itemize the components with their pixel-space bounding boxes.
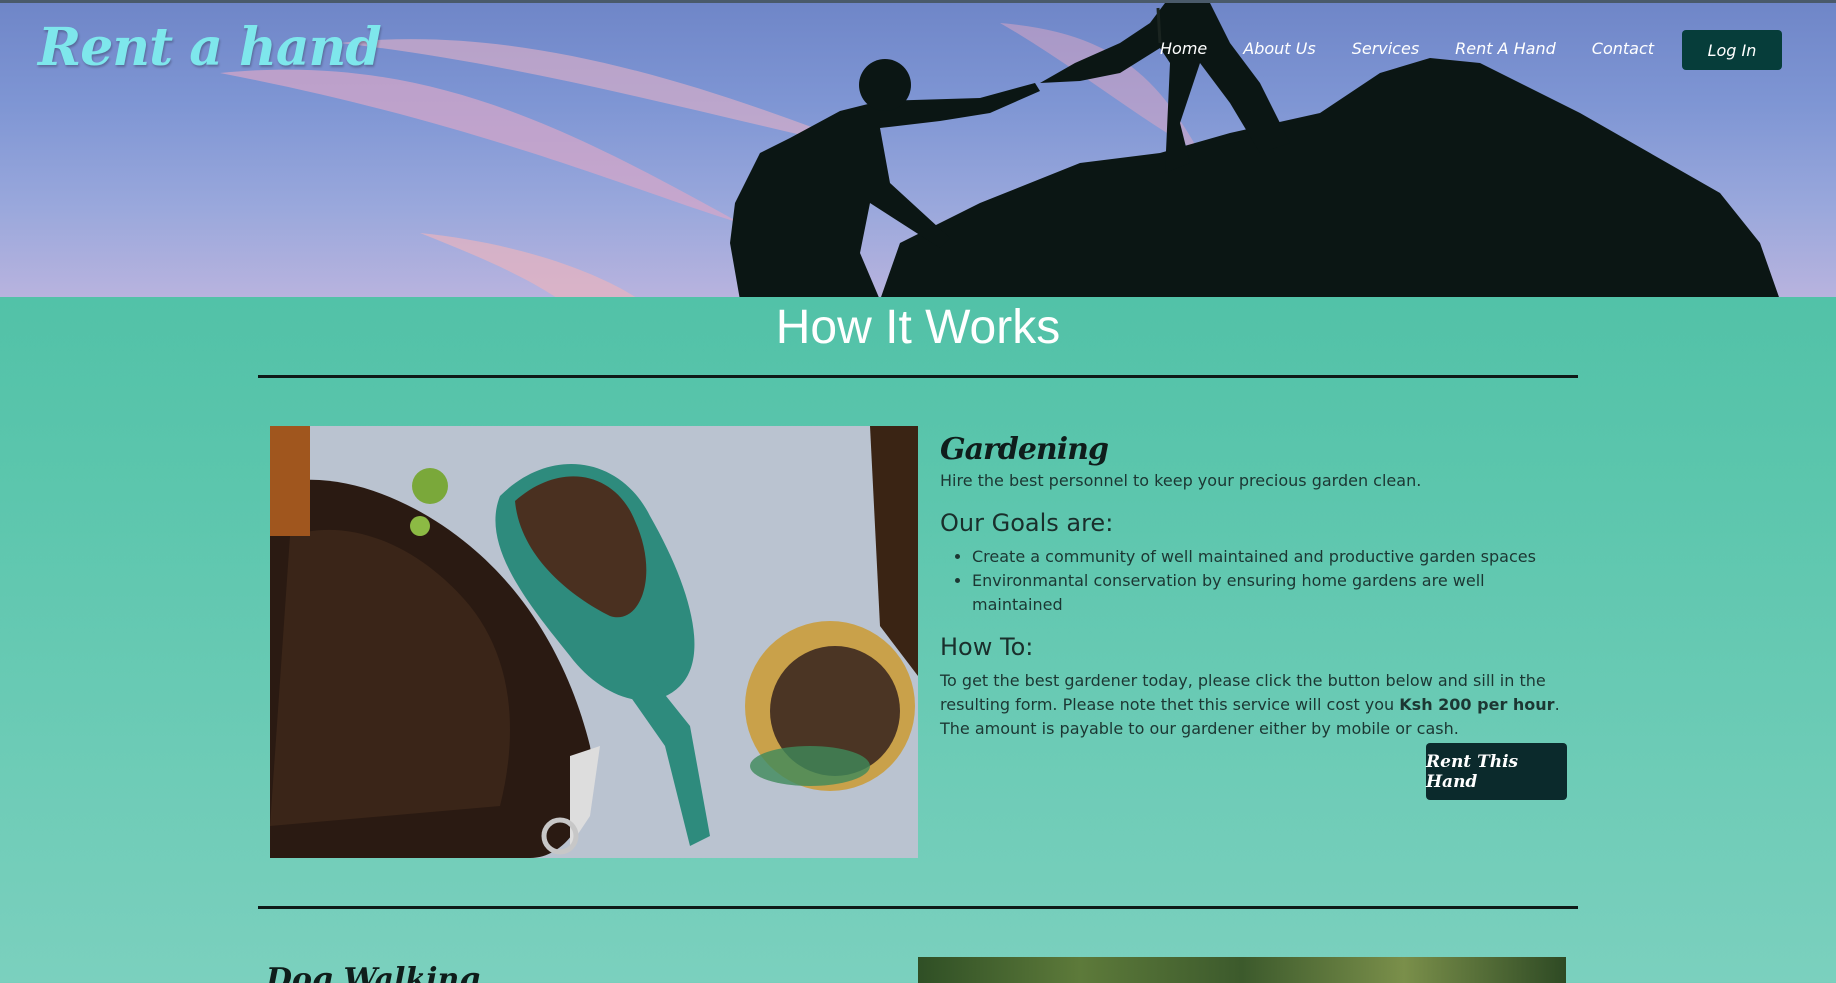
goals-list: Create a community of well maintained an… — [972, 545, 1570, 617]
gardening-intro: Hire the best personnel to keep your pre… — [940, 471, 1422, 490]
gardening-heading: Gardening — [940, 432, 1109, 467]
divider — [258, 906, 1578, 909]
section-title: How It Works — [775, 301, 1061, 354]
nav-home[interactable]: Home — [1160, 39, 1207, 59]
nav-contact[interactable]: Contact — [1592, 39, 1654, 59]
main-nav: Home About Us Services Rent A Hand Conta… — [1160, 39, 1690, 59]
dog-walking-heading: Dog Walking — [266, 962, 481, 983]
nav-about-us[interactable]: About Us — [1243, 39, 1315, 59]
nav-services[interactable]: Services — [1352, 39, 1419, 59]
howto-text: To get the best gardener today, please c… — [940, 669, 1570, 741]
login-button[interactable]: Log In — [1682, 30, 1782, 70]
dog-walking-image — [918, 957, 1566, 983]
price: Ksh 200 per hour — [1399, 695, 1555, 714]
divider — [258, 375, 1578, 378]
gardening-card: Gardening Hire the best personnel to kee… — [940, 432, 1570, 741]
goals-heading: Our Goals are: — [940, 509, 1114, 537]
rent-this-hand-button[interactable]: Rent This Hand — [1426, 743, 1567, 800]
howto-heading: How To: — [940, 633, 1034, 661]
list-item: Environmantal conservation by ensuring h… — [972, 569, 1570, 617]
nav-rent-a-hand[interactable]: Rent A Hand — [1455, 39, 1556, 59]
hero-banner: Rent a hand Home About Us Services Rent … — [0, 0, 1836, 297]
site-logo[interactable]: Rent a hand — [38, 17, 382, 78]
gardening-image — [270, 426, 918, 858]
list-item: Create a community of well maintained an… — [972, 545, 1570, 569]
